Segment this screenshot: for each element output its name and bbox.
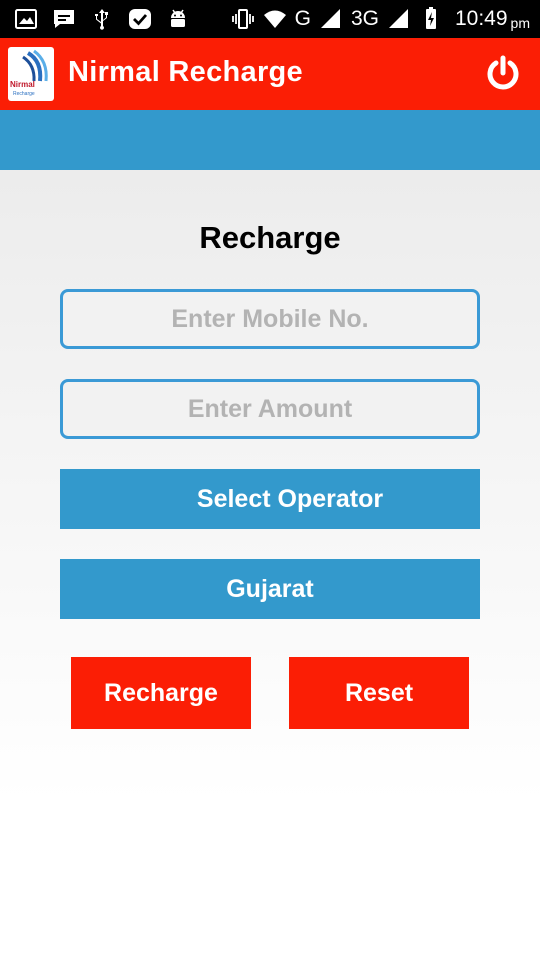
clock-time: 10:49	[454, 7, 508, 30]
status-system-icons: G 3G 10:49 pm	[231, 6, 530, 32]
message-icon	[54, 10, 74, 28]
mobile-number-field	[60, 289, 480, 349]
header-band	[0, 110, 540, 170]
clock-ampm: pm	[510, 15, 530, 31]
usb-icon	[95, 9, 108, 30]
reset-button[interactable]: Reset	[289, 657, 469, 729]
logo-text: Nirmal	[10, 80, 35, 89]
status-notification-icons	[14, 6, 190, 32]
reset-button-label: Reset	[344, 678, 414, 707]
select-operator-button[interactable]: Select Operator	[60, 469, 480, 529]
app-logo: Nirmal Recharge	[8, 47, 54, 101]
network2-type-label: 3G	[350, 7, 379, 30]
select-operator-label: Select Operator	[196, 484, 384, 513]
app-bar: Nirmal Recharge Nirmal Recharge	[0, 38, 540, 110]
signal-icon	[388, 9, 408, 28]
mobile-number-input[interactable]	[63, 292, 477, 346]
logo-graphic: Nirmal Recharge	[10, 49, 48, 97]
status-bar: G 3G 10:49 pm	[0, 0, 540, 38]
recharge-button-label: Recharge	[104, 678, 218, 707]
app-title: Nirmal Recharge	[68, 56, 303, 88]
amount-field	[60, 379, 480, 439]
page-title: Recharge	[199, 220, 341, 255]
logo-subtext: Recharge	[13, 91, 35, 97]
amount-input[interactable]	[63, 382, 477, 436]
recharge-button[interactable]: Recharge	[71, 657, 251, 729]
wifi-icon	[263, 10, 286, 28]
power-icon[interactable]	[484, 55, 522, 93]
clock: 10:49 pm	[455, 6, 530, 32]
image-icon	[15, 9, 37, 29]
circle-label: Gujarat	[226, 574, 314, 603]
vibrate-icon	[231, 9, 254, 29]
check-badge-icon	[129, 9, 151, 29]
recharge-form: Recharge Select Operator Gujarat Recharg…	[0, 170, 540, 960]
battery-charging-icon	[425, 7, 436, 29]
circle-select-button[interactable]: Gujarat	[60, 559, 480, 619]
network-type-label: G	[294, 7, 311, 30]
android-icon	[171, 9, 185, 27]
signal-icon	[320, 9, 340, 28]
